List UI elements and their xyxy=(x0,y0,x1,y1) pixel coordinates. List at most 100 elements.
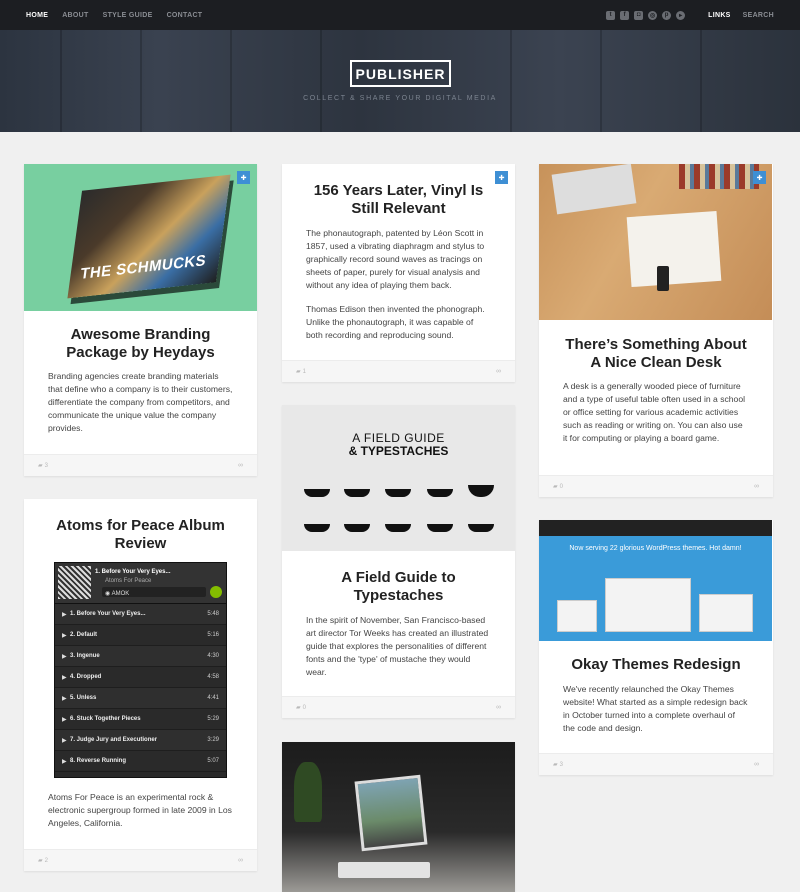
comment-count[interactable]: ▰ 0 xyxy=(553,483,563,491)
site-logo[interactable]: PUBLISHER xyxy=(350,60,451,87)
facebook-icon[interactable]: f xyxy=(620,10,630,20)
post-title[interactable]: A Field Guide to Typestaches xyxy=(312,569,485,605)
post-image-okay[interactable]: Now serving 22 glorious WordPress themes… xyxy=(539,520,772,641)
site-tagline: COLLECT & SHARE YOUR DIGITAL MEDIA xyxy=(303,95,497,102)
comment-count[interactable]: ▰ 3 xyxy=(38,462,48,470)
track-row[interactable]: ▶ 2. Default 5:16 xyxy=(55,625,226,646)
okay-site-navbar xyxy=(539,520,772,536)
comment-icon: ▰ xyxy=(296,705,301,711)
post-card-vinyl[interactable]: ✚ 156 Years Later, Vinyl Is Still Releva… xyxy=(282,164,515,382)
post-card-atoms[interactable]: Atoms for Peace Album Review 1. Before Y… xyxy=(24,499,257,871)
post-excerpt-continued: Thomas Edison then invented the phonogra… xyxy=(306,304,485,340)
vimeo-icon[interactable]: ▸ xyxy=(676,10,686,20)
permalink-icon[interactable]: ∞ xyxy=(754,483,759,490)
play-icon: ▶ xyxy=(62,611,67,618)
track-row[interactable]: ▶ 8. Reverse Running 5:07 xyxy=(55,751,226,772)
comment-count[interactable]: ▰ 2 xyxy=(38,857,48,865)
post-excerpt: In the spirit of November, San Francisco… xyxy=(306,615,489,677)
comment-count[interactable]: ▰ 3 xyxy=(553,761,563,769)
post-card-fieldguide[interactable]: A FIELD GUIDE & TYPESTACHES A Field Guid… xyxy=(282,405,515,718)
post-footer: ▰ 2 ∞ xyxy=(24,849,257,871)
permalink-icon[interactable]: ∞ xyxy=(238,462,243,469)
post-excerpt: A desk is a generally wooded piece of fu… xyxy=(563,381,746,443)
post-card-desk[interactable]: ✚ There’s Something About A Nice Clean D… xyxy=(539,164,773,497)
site-header-banner: PUBLISHER COLLECT & SHARE YOUR DIGITAL M… xyxy=(0,30,800,132)
comment-count[interactable]: ▰ 1 xyxy=(296,368,306,376)
search-link[interactable]: SEARCH xyxy=(743,12,774,19)
permalink-icon[interactable]: ∞ xyxy=(754,761,759,768)
nav-contact-link[interactable]: CONTACT xyxy=(167,12,203,19)
laptop-image xyxy=(551,164,637,215)
links-menu-link[interactable]: LINKS xyxy=(708,12,731,19)
post-image-branding[interactable]: THE SCHMUCKS xyxy=(24,164,257,311)
post-card-photo[interactable] xyxy=(282,742,515,892)
permalink-icon[interactable]: ∞ xyxy=(496,704,501,711)
permalink-icon[interactable]: ∞ xyxy=(238,857,243,864)
spotify-player[interactable]: 1. Before Your Very Eyes... Atoms For Pe… xyxy=(54,562,227,778)
play-icon: ▶ xyxy=(62,632,67,639)
top-navigation: HOME ABOUT STYLE GUIDE CONTACT t f ◘ ◎ p… xyxy=(0,0,800,30)
mustache-icon xyxy=(304,524,330,532)
track-list: ▶ 1. Before Your Very Eyes... 5:48 ▶ 2. Def… xyxy=(55,604,226,772)
mustache-icon xyxy=(304,489,330,497)
dribbble-icon[interactable]: ◎ xyxy=(648,10,658,20)
permalink-icon[interactable]: ∞ xyxy=(496,368,501,375)
comment-icon: ▰ xyxy=(553,762,558,768)
track-row[interactable]: ▶ 1. Before Your Very Eyes... 5:48 xyxy=(55,604,226,625)
play-icon: ▶ xyxy=(62,716,67,723)
album-name: ◉ AMOK xyxy=(105,591,130,597)
comment-count[interactable]: ▰ 0 xyxy=(296,704,306,712)
mustache-icon xyxy=(344,489,370,497)
device-mockup xyxy=(699,594,753,632)
album-cover xyxy=(58,566,91,599)
plant-image xyxy=(294,762,322,822)
mustache-icon xyxy=(468,524,494,532)
post-title[interactable]: There’s Something About A Nice Clean Des… xyxy=(559,336,753,372)
post-title[interactable]: 156 Years Later, Vinyl Is Still Relevant xyxy=(312,182,485,218)
post-title[interactable]: Okay Themes Redesign xyxy=(559,656,753,674)
nav-style-guide-link[interactable]: STYLE GUIDE xyxy=(103,12,153,19)
nav-about-link[interactable]: ABOUT xyxy=(62,12,88,19)
twitter-icon[interactable]: t xyxy=(606,10,616,20)
post-image-desk[interactable] xyxy=(539,164,772,320)
main-menu: HOME ABOUT STYLE GUIDE CONTACT xyxy=(26,12,202,19)
play-icon: ▶ xyxy=(62,695,67,702)
track-row[interactable]: ▶ 5. Unless 4:41 xyxy=(55,688,226,709)
track-row[interactable]: ▶ 6. Stuck Together Pieces 5:29 xyxy=(55,709,226,730)
post-card-okay[interactable]: Now serving 22 glorious WordPress themes… xyxy=(539,520,773,775)
keyboard-image xyxy=(338,862,430,878)
post-image-photo[interactable] xyxy=(282,742,515,892)
track-row[interactable]: ▶ 4. Dropped 4:58 xyxy=(55,667,226,688)
mustache-icon xyxy=(385,524,411,532)
post-image-fieldguide[interactable]: A FIELD GUIDE & TYPESTACHES xyxy=(282,405,515,551)
post-card-branding[interactable]: THE SCHMUCKS ✚ Awesome Branding Package … xyxy=(24,164,257,476)
now-playing-artist: Atoms For Peace xyxy=(105,578,152,584)
pin-icon: ✚ xyxy=(237,171,250,184)
post-title[interactable]: Atoms for Peace Album Review xyxy=(44,517,237,553)
device-mockup xyxy=(557,600,597,632)
post-footer: ▰ 3 ∞ xyxy=(24,454,257,476)
post-footer: ▰ 0 ∞ xyxy=(539,475,773,497)
player-header: 1. Before Your Very Eyes... Atoms For Pe… xyxy=(55,563,226,604)
album-icon: ◉ xyxy=(105,591,112,597)
instagram-icon[interactable]: ◘ xyxy=(634,10,644,20)
pin-icon: ✚ xyxy=(495,171,508,184)
phone-image xyxy=(657,266,669,291)
post-footer: ▰ 3 ∞ xyxy=(539,753,773,775)
post-excerpt: Branding agencies create branding materi… xyxy=(48,371,233,433)
post-excerpt: The phonautograph, patented by Léon Scot… xyxy=(306,228,485,290)
record-frame-image xyxy=(354,774,428,852)
nav-home-link[interactable]: HOME xyxy=(26,12,48,19)
comment-icon: ▰ xyxy=(38,463,43,469)
post-footer: ▰ 1 ∞ xyxy=(282,360,515,382)
track-row[interactable]: ▶ 7. Judge Jury and Executioner 3:29 xyxy=(55,730,226,751)
track-row[interactable]: ▶ 3. Ingenue 4:30 xyxy=(55,646,226,667)
post-title[interactable]: Awesome Branding Package by Heydays xyxy=(54,326,227,362)
comment-icon: ▰ xyxy=(296,369,301,375)
spotify-icon[interactable] xyxy=(210,586,222,598)
pinterest-icon[interactable]: p xyxy=(662,10,672,20)
play-icon: ▶ xyxy=(62,758,67,765)
mustache-icon xyxy=(344,524,370,532)
comment-icon: ▰ xyxy=(38,858,43,864)
books-image xyxy=(679,164,759,189)
